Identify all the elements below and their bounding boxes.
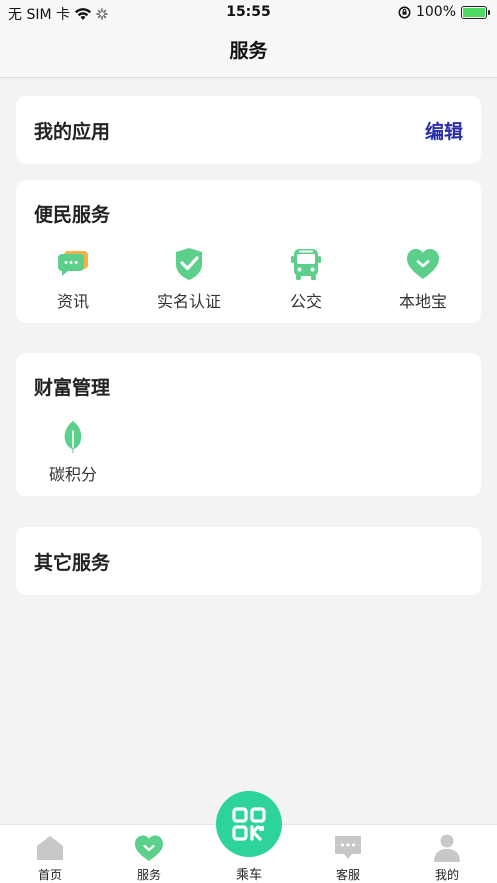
wealth-management-title: 财富管理	[34, 377, 111, 399]
service-item-news[interactable]: 资讯	[23, 246, 123, 312]
tab-home[interactable]: 首页	[20, 833, 80, 883]
qr-code-icon	[232, 807, 266, 841]
my-apps-title: 我的应用	[34, 121, 111, 143]
service-item-label: 公交	[289, 292, 322, 311]
ride-qr-button[interactable]	[216, 791, 282, 857]
convenience-services-title: 便民服务	[34, 204, 111, 226]
heart-icon	[135, 835, 163, 861]
user-icon	[434, 834, 460, 862]
shield-check-icon	[176, 248, 202, 280]
tab-profile[interactable]: 我的	[417, 833, 477, 883]
convenience-services-card: 便民服务 资讯 实名认证 公交 本地宝	[16, 180, 481, 323]
wealth-management-card: 财富管理 碳积分	[16, 353, 481, 496]
tab-label: 客服	[335, 868, 360, 882]
bus-icon	[291, 249, 321, 280]
battery-icon	[461, 5, 490, 19]
home-icon	[37, 836, 63, 860]
tab-support[interactable]: 客服	[318, 833, 378, 883]
heart-icon	[407, 249, 439, 279]
other-services-card: 其它服务	[16, 527, 481, 595]
chat-bubbles-icon	[58, 251, 88, 276]
tab-ride-label[interactable]: 乘车	[219, 864, 279, 883]
tab-label: 我的	[434, 868, 459, 882]
leaf-icon	[64, 421, 82, 453]
tab-services[interactable]: 服务	[119, 833, 179, 883]
service-item-real-name-auth[interactable]: 实名认证	[139, 246, 239, 312]
wealth-item-label: 碳积分	[48, 465, 97, 484]
tab-label: 首页	[37, 868, 62, 882]
edit-button[interactable]: 编辑	[425, 117, 463, 144]
chat-icon	[335, 836, 361, 859]
tab-label: 服务	[136, 868, 161, 882]
service-item-bus[interactable]: 公交	[256, 246, 356, 312]
other-services-title: 其它服务	[34, 552, 111, 574]
battery-percent: 100%	[415, 4, 456, 20]
service-item-label: 本地宝	[398, 292, 447, 311]
wealth-item-carbon-points[interactable]: 碳积分	[23, 419, 123, 485]
page-title: 服务	[0, 26, 497, 78]
status-bar: 无 SIM 卡 15:55 100%	[0, 0, 497, 26]
service-item-label: 实名认证	[156, 292, 221, 311]
orientation-lock-icon	[398, 6, 411, 18]
status-right: 100%	[398, 4, 490, 20]
my-apps-card: 我的应用 编辑	[16, 96, 481, 164]
service-item-label: 资讯	[56, 292, 89, 311]
service-item-local-treasure[interactable]: 本地宝	[373, 246, 473, 312]
